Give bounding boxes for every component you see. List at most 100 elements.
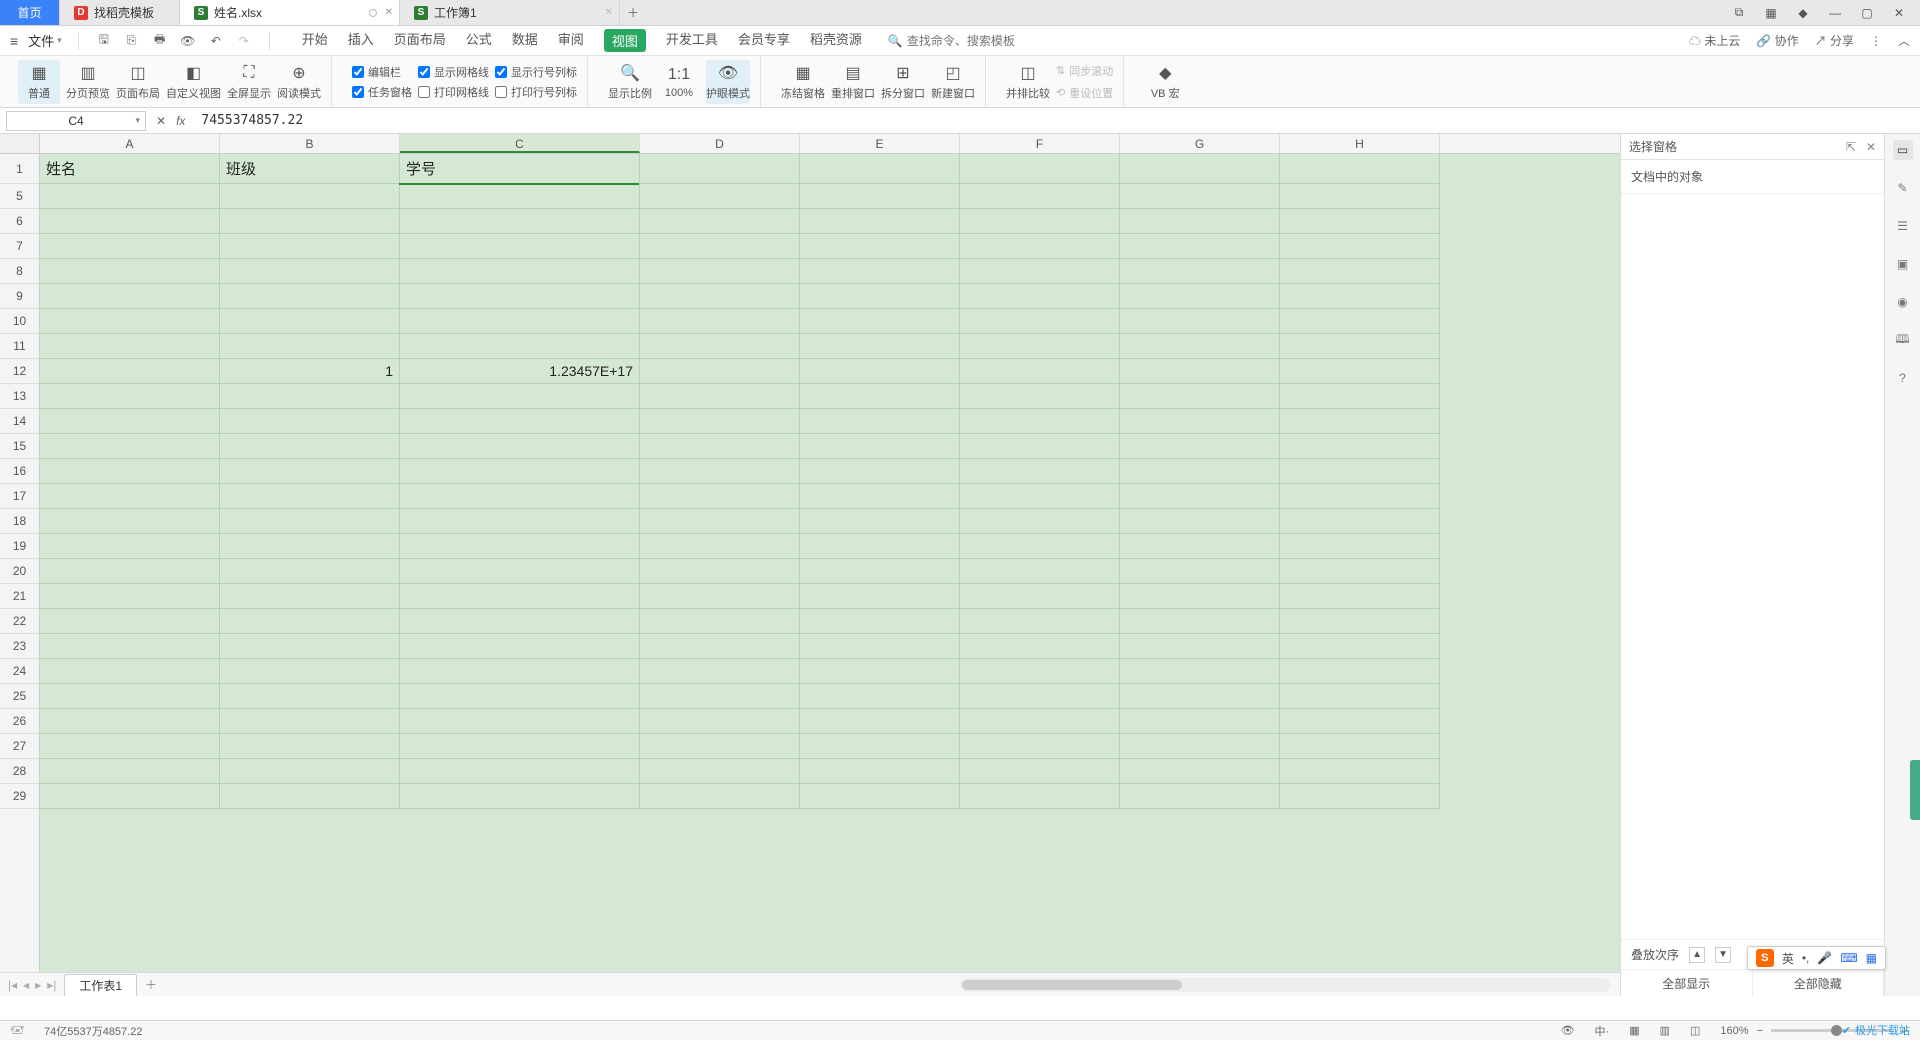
cell-B16[interactable] (220, 459, 400, 484)
menu-resource[interactable]: 稻壳资源 (810, 29, 862, 52)
menu-review[interactable]: 审阅 (558, 29, 584, 52)
cell-A16[interactable] (40, 459, 220, 484)
cell-B5[interactable] (220, 184, 400, 209)
cell-D27[interactable] (640, 734, 800, 759)
row-header-18[interactable]: 18 (0, 509, 39, 534)
cell-H10[interactable] (1280, 309, 1440, 334)
cell-D26[interactable] (640, 709, 800, 734)
ime-menu-icon[interactable]: ▦ (1866, 951, 1877, 965)
close-icon[interactable]: ✕ (605, 7, 613, 18)
select-tool-icon[interactable]: ▭ (1893, 140, 1913, 160)
cell-F5[interactable] (960, 184, 1120, 209)
cell-C28[interactable] (400, 759, 640, 784)
cell-G27[interactable] (1120, 734, 1280, 759)
sheet-tab[interactable]: 工作表1 (64, 974, 137, 996)
prev-icon[interactable]: ◂ (23, 978, 29, 992)
cell-C1[interactable]: 学号 (400, 154, 640, 184)
cell-F27[interactable] (960, 734, 1120, 759)
cell-B13[interactable] (220, 384, 400, 409)
cells-area[interactable]: 姓名班级学号11.23457E+17 (40, 154, 1620, 972)
tab-daoके[interactable]: D 找稻壳模板 (60, 0, 180, 25)
cell-B27[interactable] (220, 734, 400, 759)
cell-C7[interactable] (400, 234, 640, 259)
ime-keyboard-icon[interactable]: ⌨ (1840, 951, 1857, 965)
save-icon[interactable]: 🖫 (95, 32, 113, 50)
col-header-B[interactable]: B (220, 134, 400, 153)
filter-tool-icon[interactable]: ☰ (1893, 216, 1913, 236)
cell-D8[interactable] (640, 259, 800, 284)
hide-all-button[interactable]: 全部隐藏 (1753, 970, 1885, 996)
cell-B22[interactable] (220, 609, 400, 634)
cell-G7[interactable] (1120, 234, 1280, 259)
cell-B10[interactable] (220, 309, 400, 334)
cell-A6[interactable] (40, 209, 220, 234)
zoom-handle[interactable] (1831, 1025, 1842, 1036)
ime-voice-icon[interactable]: 🎤 (1817, 951, 1832, 965)
cell-B17[interactable] (220, 484, 400, 509)
cell-F9[interactable] (960, 284, 1120, 309)
cell-H8[interactable] (1280, 259, 1440, 284)
cell-C14[interactable] (400, 409, 640, 434)
spreadsheet-grid[interactable]: ABCDEFGH 1567891011121314151617181920212… (0, 134, 1620, 972)
cell-A28[interactable] (40, 759, 220, 784)
cell-C26[interactable] (400, 709, 640, 734)
view-page-icon[interactable]: ▥ (1660, 1024, 1670, 1037)
cell-C24[interactable] (400, 659, 640, 684)
cell-B6[interactable] (220, 209, 400, 234)
cell-E7[interactable] (800, 234, 960, 259)
row-header-7[interactable]: 7 (0, 234, 39, 259)
cell-C16[interactable] (400, 459, 640, 484)
show-all-button[interactable]: 全部显示 (1621, 970, 1753, 996)
more-icon[interactable]: ⋮ (1870, 34, 1882, 48)
row-headers[interactable]: 1567891011121314151617181920212223242526… (0, 154, 40, 972)
file-menu[interactable]: 文件 (28, 31, 62, 50)
cell-A8[interactable] (40, 259, 220, 284)
cell-H15[interactable] (1280, 434, 1440, 459)
view-layout-icon[interactable]: ◫ (1690, 1024, 1700, 1037)
row-header-12[interactable]: 12 (0, 359, 39, 384)
cell-H17[interactable] (1280, 484, 1440, 509)
cell-C22[interactable] (400, 609, 640, 634)
cell-H21[interactable] (1280, 584, 1440, 609)
cell-E25[interactable] (800, 684, 960, 709)
arrange-windows-button[interactable]: ▤重排窗口 (831, 60, 875, 104)
cell-F1[interactable] (960, 154, 1120, 184)
cell-H27[interactable] (1280, 734, 1440, 759)
cell-E15[interactable] (800, 434, 960, 459)
cell-D29[interactable] (640, 784, 800, 809)
new-window-button[interactable]: ◰新建窗口 (931, 60, 975, 104)
cell-H29[interactable] (1280, 784, 1440, 809)
cell-G11[interactable] (1120, 334, 1280, 359)
pin-icon[interactable]: ⇱ (1846, 140, 1856, 154)
row-header-25[interactable]: 25 (0, 684, 39, 709)
cell-B29[interactable] (220, 784, 400, 809)
cell-F19[interactable] (960, 534, 1120, 559)
cell-A9[interactable] (40, 284, 220, 309)
cell-A23[interactable] (40, 634, 220, 659)
menu-member[interactable]: 会员专享 (738, 29, 790, 52)
cell-E16[interactable] (800, 459, 960, 484)
bring-forward-button[interactable]: ▲ (1689, 947, 1705, 963)
cell-G29[interactable] (1120, 784, 1280, 809)
chk-gridlines[interactable]: 显示网格线 (418, 64, 489, 80)
cell-A21[interactable] (40, 584, 220, 609)
record-icon[interactable]: 🖅 (10, 1021, 24, 1040)
view-normal-button[interactable]: ▦普通 (18, 60, 60, 104)
cell-H12[interactable] (1280, 359, 1440, 384)
cell-G15[interactable] (1120, 434, 1280, 459)
cell-A15[interactable] (40, 434, 220, 459)
cell-F8[interactable] (960, 259, 1120, 284)
cell-E19[interactable] (800, 534, 960, 559)
cell-E1[interactable] (800, 154, 960, 184)
cell-D17[interactable] (640, 484, 800, 509)
send-backward-button[interactable]: ▼ (1715, 947, 1731, 963)
freeze-panes-button[interactable]: ▦冻结窗格 (781, 60, 825, 104)
cell-E29[interactable] (800, 784, 960, 809)
cell-H19[interactable] (1280, 534, 1440, 559)
cell-G25[interactable] (1120, 684, 1280, 709)
cell-E12[interactable] (800, 359, 960, 384)
cell-B25[interactable] (220, 684, 400, 709)
cell-E22[interactable] (800, 609, 960, 634)
row-header-16[interactable]: 16 (0, 459, 39, 484)
next-icon[interactable]: ▸ (35, 978, 41, 992)
